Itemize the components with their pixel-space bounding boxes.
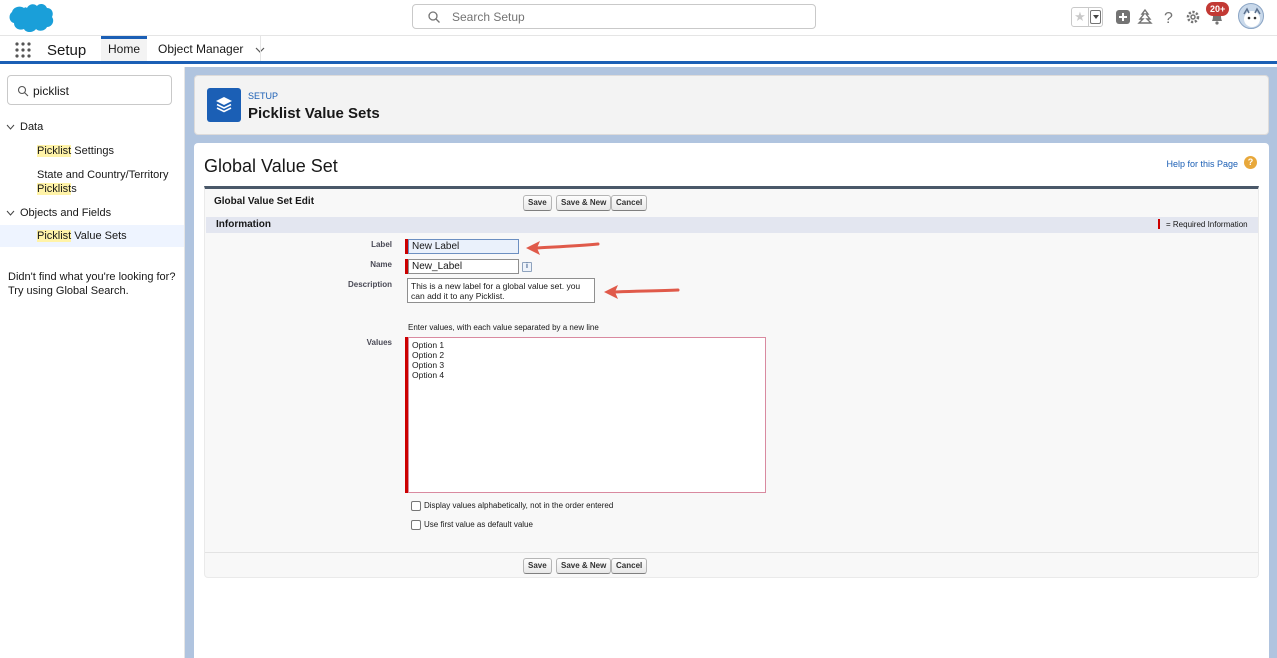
required-legend: = Required Information [1166, 220, 1248, 229]
tree-group-label: Objects and Fields [20, 207, 112, 219]
section-title: Information [216, 219, 271, 230]
global-actions-plus-icon[interactable] [1114, 8, 1132, 26]
sidebar-item-picklist-settings[interactable]: Picklist Settings [37, 144, 114, 158]
search-match-highlight: Picklist [37, 230, 72, 242]
description-textarea[interactable]: This is a new label for a global value s… [407, 278, 595, 303]
annotation-arrow-icon [526, 241, 600, 255]
label-field-label: Label [371, 240, 392, 249]
user-avatar[interactable] [1238, 3, 1264, 29]
search-match-highlight: Picklist [37, 145, 72, 157]
block-title: Global Value Set Edit [214, 196, 315, 207]
app-launcher-icon[interactable] [14, 41, 32, 59]
description-field-label: Description [347, 280, 392, 289]
section-header-information: Information = Required Information [206, 217, 1258, 233]
help-question-icon[interactable]: ? [1244, 156, 1257, 169]
search-match-highlight: Picklist [37, 183, 72, 195]
values-hint: Enter values, with each value separated … [408, 323, 599, 332]
tree-group-objects-and-fields[interactable]: Objects and Fields [0, 207, 111, 219]
tab-object-manager-label: Object Manager [158, 42, 244, 56]
app-name: Setup [47, 42, 87, 59]
default-first-checkbox[interactable] [411, 520, 421, 530]
quick-find-input[interactable]: picklist [7, 75, 172, 105]
global-header: Search Setup ★ ? 20+ [0, 0, 1277, 36]
values-textarea[interactable]: Option 1 Option 2 Option 3 Option 4 [408, 337, 766, 493]
alphabetical-checkbox-label: Display values alphabetically, not in th… [424, 501, 614, 510]
tab-object-manager[interactable]: Object Manager [158, 36, 265, 61]
required-indicator [1158, 219, 1160, 229]
cancel-button-bottom[interactable]: Cancel [611, 558, 648, 574]
save-button[interactable]: Save [523, 195, 552, 211]
save-and-new-button[interactable]: Save & New [556, 195, 612, 211]
sidebar-item-label: Settings [71, 145, 115, 157]
default-first-checkbox-label: Use first value as default value [424, 520, 533, 529]
sidebar-help-text: Didn't find what you're looking for? Try… [8, 271, 176, 297]
setup-sidebar: picklist Data Picklist Settings State an… [0, 67, 185, 658]
search-icon [17, 85, 29, 97]
values-field-label: Values [366, 338, 392, 347]
trailhead-guidance-icon[interactable] [1136, 8, 1154, 26]
app-context-bar: Setup Home Object Manager [0, 36, 1277, 64]
sidebar-item-label-suffix: s [71, 183, 77, 195]
tab-divider [260, 36, 261, 61]
form-page-title: Global Value Set [204, 156, 338, 176]
astro-avatar-icon [1243, 7, 1261, 27]
cancel-button[interactable]: Cancel [611, 195, 648, 211]
content-card: Global Value Set Help for this Page ? Gl… [194, 143, 1269, 658]
page-eyebrow: SETUP [248, 91, 279, 101]
section-divider [205, 552, 1258, 553]
page-title: Picklist Value Sets [248, 105, 380, 122]
name-field-label: Name [370, 260, 392, 269]
favorites-button-group[interactable]: ★ [1071, 7, 1103, 27]
alphabetical-checkbox[interactable] [411, 501, 421, 511]
page-header: SETUP Picklist Value Sets [194, 75, 1269, 135]
chevron-down-icon[interactable] [6, 124, 15, 130]
sidebar-item-label: Value Sets [71, 230, 127, 242]
stack-icon [207, 88, 241, 122]
save-button-bottom[interactable]: Save [523, 558, 552, 574]
svg-text:?: ? [1164, 10, 1173, 26]
star-icon[interactable]: ★ [1072, 8, 1089, 26]
quick-find-value: picklist [33, 84, 70, 98]
tree-group-label: Data [20, 121, 44, 133]
help-for-this-page-link[interactable]: Help for this Page [1166, 159, 1238, 169]
notification-count-badge: 20+ [1206, 2, 1230, 16]
search-icon [428, 11, 440, 23]
info-icon[interactable]: i [522, 262, 532, 272]
global-search-input[interactable]: Search Setup [412, 4, 816, 29]
save-and-new-button-bottom[interactable]: Save & New [556, 558, 612, 574]
label-input[interactable]: New Label [408, 239, 519, 254]
tree-group-data[interactable]: Data [0, 121, 43, 133]
gear-icon[interactable] [1184, 8, 1202, 26]
sidebar-item-picklist-value-sets[interactable]: Picklist Value Sets [0, 225, 184, 247]
main-area: SETUP Picklist Value Sets Global Value S… [185, 67, 1277, 658]
help-icon[interactable]: ? [1160, 8, 1178, 26]
tab-home[interactable]: Home [101, 36, 147, 61]
edit-block: Global Value Set Edit Save Save & New Ca… [204, 186, 1259, 578]
search-placeholder: Search Setup [452, 10, 525, 24]
chevron-down-icon[interactable] [6, 210, 15, 216]
salesforce-logo-icon[interactable] [8, 2, 54, 34]
annotation-arrow-icon [604, 285, 680, 299]
sidebar-item-state-country-picklists[interactable]: State and Country/Territory Picklists [37, 168, 168, 196]
name-input[interactable]: New_Label [408, 259, 519, 274]
sidebar-item-label: State and Country/Territory [37, 169, 169, 181]
favorites-dropdown-icon[interactable] [1090, 10, 1101, 24]
